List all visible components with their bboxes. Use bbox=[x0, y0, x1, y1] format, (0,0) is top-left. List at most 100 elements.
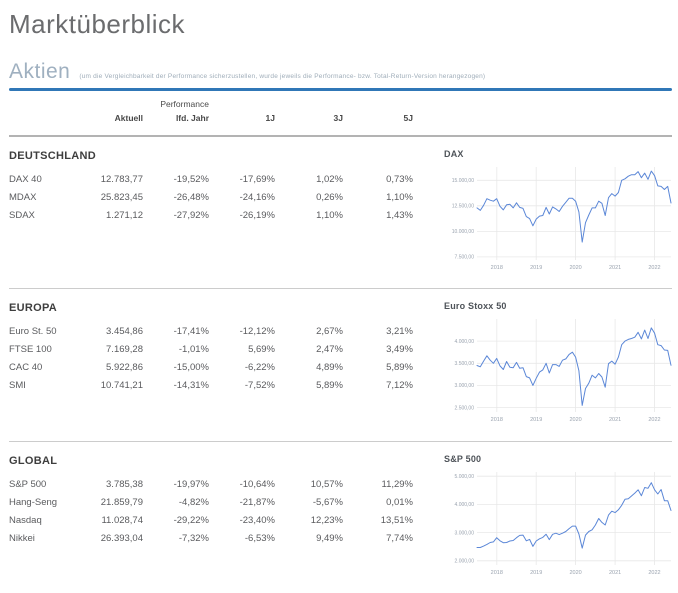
table-row: Hang-Seng 21.859,79 -4,82% -21,87% -5,67… bbox=[9, 494, 413, 512]
table-row: Nikkei 26.393,04 -7,32% -6,53% 9,49% 7,7… bbox=[9, 530, 413, 548]
group-title-deutschland: DEUTSCHLAND bbox=[9, 150, 439, 162]
index-label: CAC 40 bbox=[9, 359, 89, 377]
value-aktuell: 25.823,45 bbox=[89, 189, 143, 207]
value-3j: 0,26% bbox=[275, 189, 343, 207]
value-1j: -23,40% bbox=[209, 512, 275, 530]
value-1j: -12,12% bbox=[209, 323, 275, 341]
value-lfd-jahr: -7,32% bbox=[143, 530, 209, 548]
page-title: Marktüberblick bbox=[9, 10, 672, 39]
group-header-row: Performance bbox=[9, 99, 413, 113]
x-tick-label: 2019 bbox=[530, 265, 542, 271]
index-label: SDAX bbox=[9, 207, 89, 225]
chart-euro-stoxx: Euro Stoxx 50 201820192020202120224.000,… bbox=[439, 301, 674, 441]
col-lfd-jahr: lfd. Jahr bbox=[143, 113, 209, 123]
value-5j: 11,29% bbox=[343, 476, 413, 494]
x-tick-label: 2019 bbox=[530, 417, 542, 423]
table-row: CAC 40 5.922,86 -15,00% -6,22% 4,89% 5,8… bbox=[9, 359, 413, 377]
value-lfd-jahr: -1,01% bbox=[143, 341, 209, 359]
value-aktuell: 3.454,86 bbox=[89, 323, 143, 341]
y-tick-label: 12.500,00 bbox=[452, 203, 474, 209]
table-row: MDAX 25.823,45 -26,48% -24,16% 0,26% 1,1… bbox=[9, 189, 413, 207]
value-aktuell: 11.028,74 bbox=[89, 512, 143, 530]
x-tick-label: 2019 bbox=[530, 570, 542, 576]
col-aktuell: Aktuell bbox=[89, 113, 143, 123]
value-lfd-jahr: -15,00% bbox=[143, 359, 209, 377]
value-aktuell: 3.785,38 bbox=[89, 476, 143, 494]
value-aktuell: 12.783,77 bbox=[89, 171, 143, 189]
index-label: DAX 40 bbox=[9, 171, 89, 189]
index-label: Hang-Seng bbox=[9, 494, 89, 512]
section-deutschland: DEUTSCHLAND DAX 40 12.783,77 -19,52% -17… bbox=[9, 137, 672, 289]
value-5j: 0,01% bbox=[343, 494, 413, 512]
value-3j: 2,67% bbox=[275, 323, 343, 341]
table-row: SMI 10.741,21 -14,31% -7,52% 5,89% 7,12% bbox=[9, 377, 413, 395]
x-tick-label: 2022 bbox=[648, 265, 660, 271]
value-aktuell: 5.922,86 bbox=[89, 359, 143, 377]
value-aktuell: 26.393,04 bbox=[89, 530, 143, 548]
section-header: Aktien (um die Vergleichbarkeit der Perf… bbox=[9, 60, 672, 84]
value-1j: -7,52% bbox=[209, 377, 275, 395]
section-title-aktien: Aktien bbox=[9, 60, 70, 84]
europa-table: Euro St. 50 3.454,86 -17,41% -12,12% 2,6… bbox=[9, 323, 413, 395]
value-5j: 1,43% bbox=[343, 207, 413, 225]
value-3j: 4,89% bbox=[275, 359, 343, 377]
chart-dax: DAX 2018201920202021202215.000,0012.500,… bbox=[439, 149, 674, 288]
index-label: SMI bbox=[9, 377, 89, 395]
euro-stoxx-line-chart: 201820192020202120224.000,003.500,003.00… bbox=[444, 314, 674, 426]
europa-table-area: EUROPA Euro St. 50 3.454,86 -17,41% -12,… bbox=[9, 301, 439, 441]
x-tick-label: 2018 bbox=[491, 265, 503, 271]
group-title-europa: EUROPA bbox=[9, 302, 439, 314]
index-label: MDAX bbox=[9, 189, 89, 207]
index-label: S&P 500 bbox=[9, 476, 89, 494]
dax-line-chart: 2018201920202021202215.000,0012.500,0010… bbox=[444, 162, 674, 274]
y-tick-label: 7.500,00 bbox=[455, 254, 475, 260]
group-header-performance: Performance bbox=[143, 99, 209, 113]
chart-sp500: S&P 500 201820192020202120225.000,004.00… bbox=[439, 454, 674, 593]
value-lfd-jahr: -4,82% bbox=[143, 494, 209, 512]
x-tick-label: 2018 bbox=[491, 417, 503, 423]
value-1j: -10,64% bbox=[209, 476, 275, 494]
section-europa: EUROPA Euro St. 50 3.454,86 -17,41% -12,… bbox=[9, 289, 672, 442]
value-5j: 5,89% bbox=[343, 359, 413, 377]
value-lfd-jahr: -27,92% bbox=[143, 207, 209, 225]
index-label: Nikkei bbox=[9, 530, 89, 548]
x-tick-label: 2021 bbox=[609, 417, 621, 423]
table-row: Euro St. 50 3.454,86 -17,41% -12,12% 2,6… bbox=[9, 323, 413, 341]
value-1j: -26,19% bbox=[209, 207, 275, 225]
x-tick-label: 2018 bbox=[491, 570, 503, 576]
y-tick-label: 2.500,00 bbox=[455, 405, 475, 411]
y-tick-label: 3.000,00 bbox=[455, 383, 475, 389]
x-tick-label: 2021 bbox=[609, 570, 621, 576]
y-tick-label: 15.000,00 bbox=[452, 178, 474, 184]
x-tick-label: 2022 bbox=[648, 570, 660, 576]
x-tick-label: 2022 bbox=[648, 417, 660, 423]
value-5j: 7,74% bbox=[343, 530, 413, 548]
value-aktuell: 7.169,28 bbox=[89, 341, 143, 359]
y-tick-label: 4.000,00 bbox=[455, 338, 475, 344]
value-3j: 1,10% bbox=[275, 207, 343, 225]
series-line bbox=[477, 327, 671, 405]
chart-title-sp500: S&P 500 bbox=[444, 454, 674, 464]
value-3j: 12,23% bbox=[275, 512, 343, 530]
value-lfd-jahr: -19,97% bbox=[143, 476, 209, 494]
value-lfd-jahr: -19,52% bbox=[143, 171, 209, 189]
y-tick-label: 3.000,00 bbox=[455, 530, 475, 536]
x-tick-label: 2020 bbox=[569, 570, 581, 576]
table-row: FTSE 100 7.169,28 -1,01% 5,69% 2,47% 3,4… bbox=[9, 341, 413, 359]
x-tick-label: 2021 bbox=[609, 265, 621, 271]
value-aktuell: 10.741,21 bbox=[89, 377, 143, 395]
value-3j: 10,57% bbox=[275, 476, 343, 494]
value-5j: 13,51% bbox=[343, 512, 413, 530]
table-row: DAX 40 12.783,77 -19,52% -17,69% 1,02% 0… bbox=[9, 171, 413, 189]
col-1j: 1J bbox=[209, 113, 275, 123]
table-header-left: Performance Aktuell lfd. Jahr 1J 3J 5J bbox=[9, 99, 439, 123]
value-5j: 0,73% bbox=[343, 171, 413, 189]
series-line bbox=[477, 482, 671, 547]
header-table: Performance Aktuell lfd. Jahr 1J 3J 5J bbox=[9, 99, 413, 123]
value-lfd-jahr: -14,31% bbox=[143, 377, 209, 395]
market-overview-page: Marktüberblick Aktien (um die Vergleichb… bbox=[0, 0, 678, 593]
value-5j: 7,12% bbox=[343, 377, 413, 395]
col-5j: 5J bbox=[343, 113, 413, 123]
y-tick-label: 4.000,00 bbox=[455, 502, 475, 508]
value-1j: -24,16% bbox=[209, 189, 275, 207]
